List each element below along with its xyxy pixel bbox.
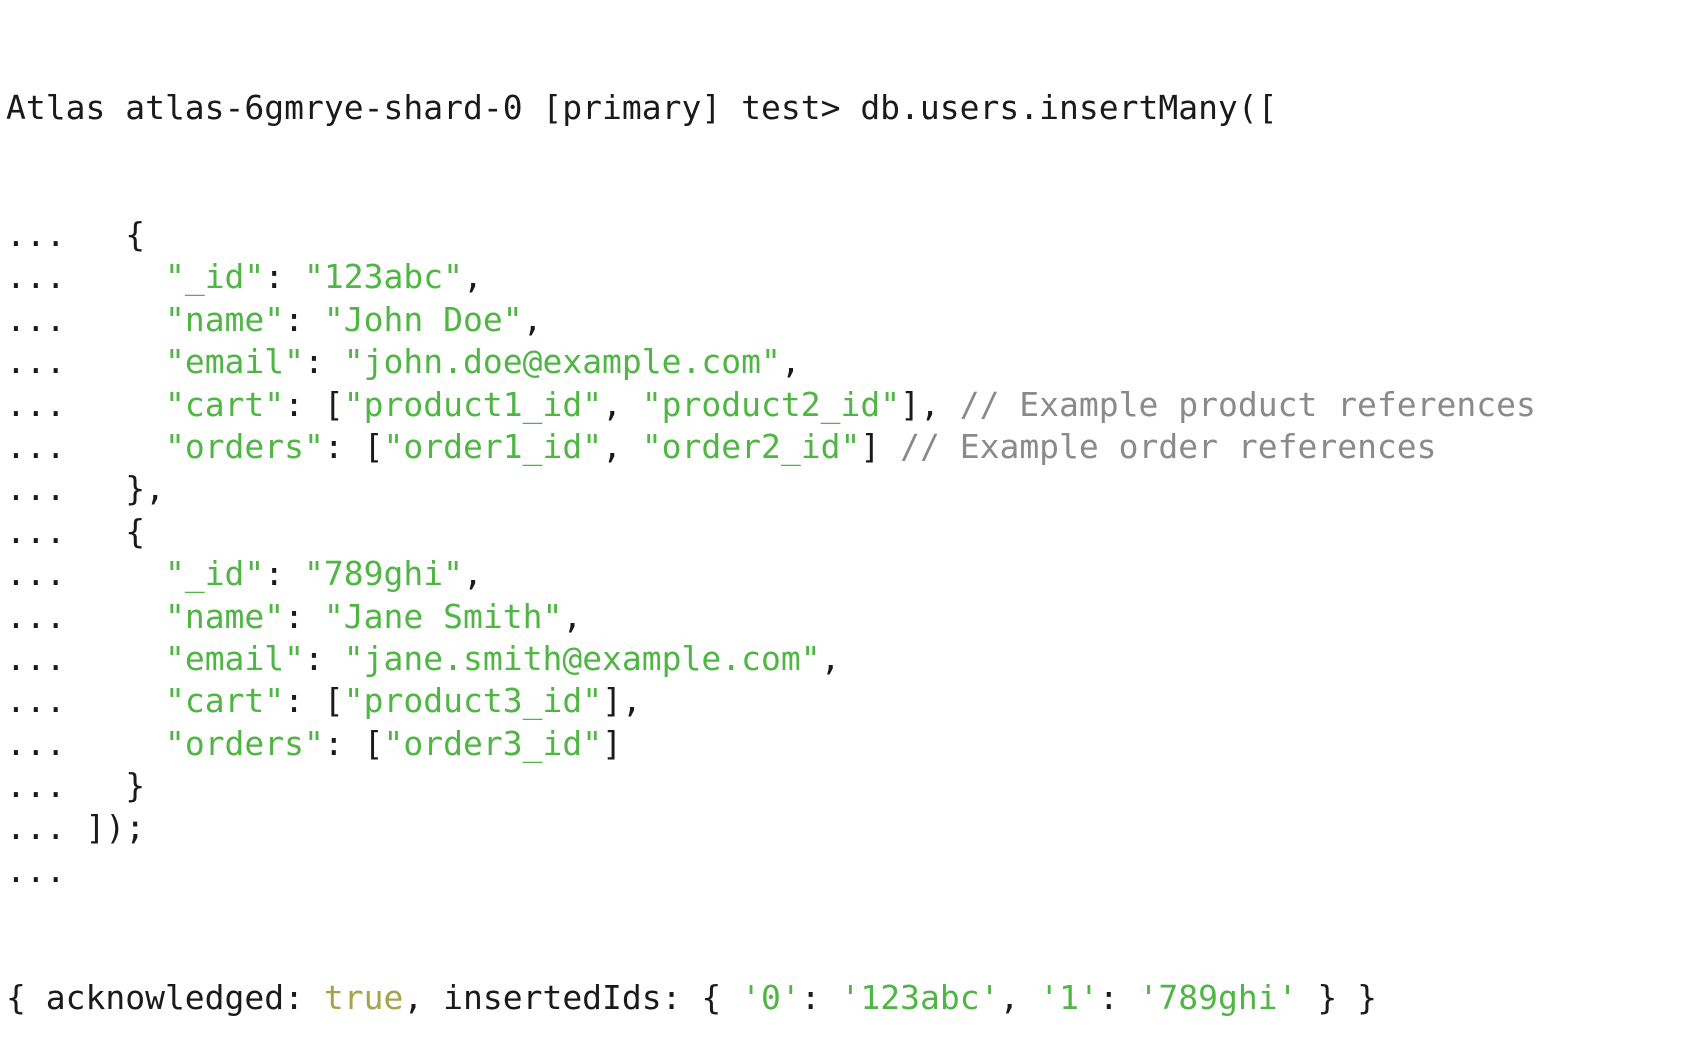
continuation-line: ... "orders": ["order1_id", "order2_id"]… xyxy=(6,426,1702,468)
code-token: ... xyxy=(6,384,165,424)
code-token: : xyxy=(284,299,324,339)
string-token: "product3_id" xyxy=(343,681,603,721)
code-token: : xyxy=(264,257,305,297)
string-token: "orders" xyxy=(164,426,324,466)
code-token: , xyxy=(780,342,801,382)
comment-token: // Example order references xyxy=(900,426,1437,466)
code-token: , xyxy=(463,554,483,594)
code-token: ] xyxy=(860,426,901,466)
code-token: : [ xyxy=(323,426,384,466)
code-token: ... xyxy=(6,299,165,339)
code-token: , xyxy=(820,638,841,678)
string-token: '789ghi' xyxy=(1138,978,1298,1018)
code-token: : xyxy=(1098,978,1139,1018)
continuation-line: ... "cart": ["product3_id"], xyxy=(6,680,1702,722)
continuation-line: ... "orders": ["order3_id"] xyxy=(6,723,1702,765)
boolean-token: true xyxy=(323,978,404,1018)
code-token: : xyxy=(284,596,324,636)
continuation-line: ... "_id": "789ghi", xyxy=(6,553,1702,595)
continuation-line: ... { xyxy=(6,214,1702,256)
code-token: : [ xyxy=(284,384,344,424)
code-token: ... { xyxy=(6,511,146,551)
string-token: "_id" xyxy=(164,554,265,594)
continuation-line: ... { xyxy=(6,511,1702,553)
code-token: ... xyxy=(6,554,165,594)
code-token: ] xyxy=(602,723,622,763)
code-token: : xyxy=(304,342,344,382)
code-token: : [ xyxy=(284,681,344,721)
string-token: "email" xyxy=(164,342,305,382)
string-token: "john.doe@example.com" xyxy=(343,342,781,382)
string-token: "Jane Smith" xyxy=(323,596,563,636)
code-token: ... xyxy=(6,596,165,636)
command-continuation-lines: ... {... "_id": "123abc",... "name": "Jo… xyxy=(6,214,1702,892)
comment-token: // Example product references xyxy=(959,384,1536,424)
string-token: "orders" xyxy=(164,723,324,763)
code-token: ... xyxy=(6,638,165,678)
string-token: "123abc" xyxy=(304,257,463,297)
continuation-line: ... "name": "John Doe", xyxy=(6,299,1702,341)
code-token: ... xyxy=(6,850,66,890)
code-token: , xyxy=(562,596,583,636)
continuation-line: ... xyxy=(6,850,1702,892)
command-text: db.users.insertMany([ xyxy=(860,87,1278,127)
string-token: "John Doe" xyxy=(323,299,523,339)
code-token: , xyxy=(463,257,483,297)
continuation-line: ... } xyxy=(6,765,1702,807)
code-token: ... }, xyxy=(6,469,165,509)
command-result: { acknowledged: true, insertedIds: { '0'… xyxy=(6,977,1702,1019)
continuation-line: ... "email": "john.doe@example.com", xyxy=(6,341,1702,383)
code-token: , xyxy=(522,299,543,339)
string-token: "product1_id" xyxy=(343,384,603,424)
code-token: , xyxy=(999,978,1040,1018)
string-token: '0' xyxy=(741,978,801,1018)
prompt-line: Atlas atlas-6gmrye-shard-0 [primary] tes… xyxy=(6,87,1702,129)
code-token: : xyxy=(264,554,305,594)
continuation-line: ... ]); xyxy=(6,807,1702,849)
code-token: : xyxy=(800,978,841,1018)
string-token: "order1_id" xyxy=(383,426,603,466)
string-token: '1' xyxy=(1039,978,1099,1018)
code-token: ... xyxy=(6,426,165,466)
string-token: "789ghi" xyxy=(304,554,463,594)
string-token: "cart" xyxy=(164,681,285,721)
code-token: ... { xyxy=(6,215,146,255)
code-token: ... xyxy=(6,681,165,721)
code-token: : xyxy=(304,638,344,678)
code-token: ... xyxy=(6,342,165,382)
shell-prompt: Atlas atlas-6gmrye-shard-0 [primary] tes… xyxy=(6,87,861,127)
continuation-line: ... "name": "Jane Smith", xyxy=(6,596,1702,638)
string-token: "order2_id" xyxy=(641,426,861,466)
string-token: "cart" xyxy=(164,384,285,424)
string-token: "email" xyxy=(164,638,305,678)
continuation-line: ... "_id": "123abc", xyxy=(6,256,1702,298)
code-token: ... } xyxy=(6,766,146,806)
string-token: "jane.smith@example.com" xyxy=(343,638,821,678)
string-token: "name" xyxy=(164,299,285,339)
string-token: '123abc' xyxy=(840,978,1000,1018)
code-token: : [ xyxy=(323,723,384,763)
string-token: "product2_id" xyxy=(641,384,901,424)
code-token: , xyxy=(602,384,642,424)
string-token: "name" xyxy=(164,596,285,636)
code-token: ... ]); xyxy=(6,808,146,848)
code-token: ], xyxy=(602,681,642,721)
code-token: { acknowledged: xyxy=(6,978,324,1018)
code-token: ], xyxy=(900,384,960,424)
continuation-line: ... }, xyxy=(6,468,1702,510)
code-token: ... xyxy=(6,257,165,297)
mongosh-terminal[interactable]: Atlas atlas-6gmrye-shard-0 [primary] tes… xyxy=(6,0,1702,1062)
string-token: "_id" xyxy=(164,257,265,297)
continuation-line: ... "cart": ["product1_id", "product2_id… xyxy=(6,384,1702,426)
code-token: , xyxy=(602,426,642,466)
code-token: } } xyxy=(1297,978,1377,1018)
code-token: ... xyxy=(6,723,165,763)
string-token: "order3_id" xyxy=(383,723,603,763)
code-token: , insertedIds: { xyxy=(403,978,742,1018)
continuation-line: ... "email": "jane.smith@example.com", xyxy=(6,638,1702,680)
